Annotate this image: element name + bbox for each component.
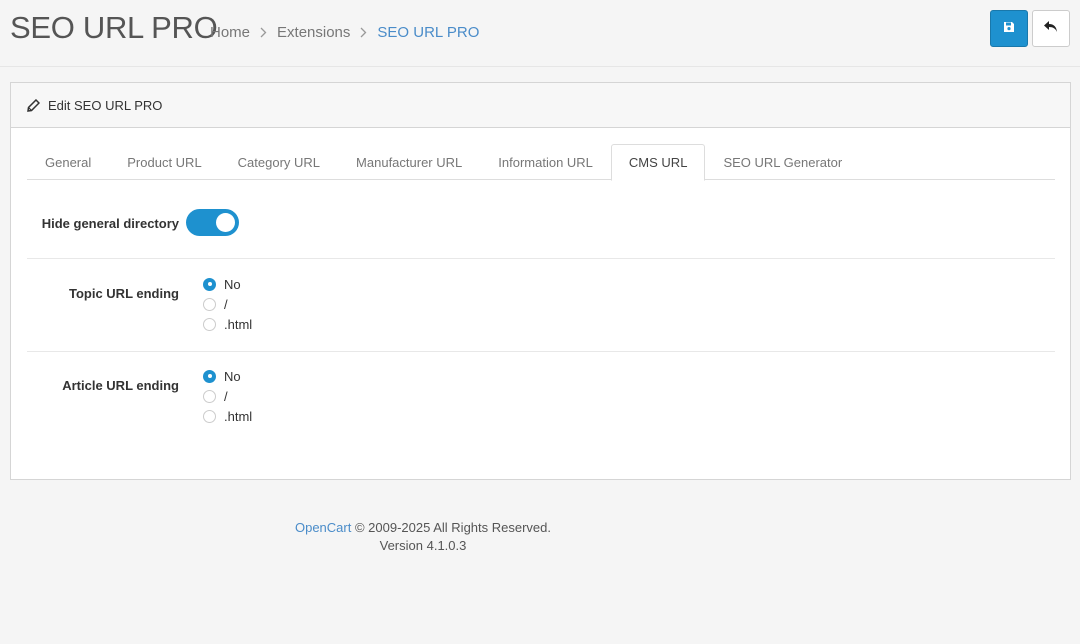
page-title: SEO URL PRO [10,10,218,45]
page-footer: OpenCart © 2009-2025 All Rights Reserved… [0,519,846,555]
copyright-text: © 2009-2025 All Rights Reserved. [354,520,552,535]
reply-icon [1044,20,1058,38]
radio-unchecked[interactable] [203,409,216,423]
opencart-link[interactable]: OpenCart [295,520,351,535]
article-url-ending-options: No / .html [203,366,252,426]
option-label: / [224,296,228,312]
article-url-ending-option-html[interactable]: .html [203,406,252,426]
breadcrumb-current[interactable]: SEO URL PRO [377,24,479,41]
breadcrumb-home[interactable]: Home [210,24,250,41]
hide-general-directory-toggle[interactable] [186,209,239,236]
radio-unchecked[interactable] [203,317,216,331]
tab-seo-url-generator[interactable]: SEO URL Generator [705,144,860,180]
card-title: Edit SEO URL PRO [48,97,163,113]
toggle-knob [216,213,235,232]
chevron-right-icon [360,27,367,38]
page-header: SEO URL PRO Home Extensions SEO URL PRO [0,0,1080,67]
topic-url-ending-row: Topic URL ending [27,259,1055,352]
radio-checked[interactable] [203,277,216,291]
tab-category-url[interactable]: Category URL [220,144,338,180]
card-header: Edit SEO URL PRO [11,83,1070,128]
radio-unchecked[interactable] [203,389,216,403]
option-label: / [224,388,228,404]
topic-url-ending-label: Topic URL ending [68,286,179,301]
option-label: No [224,276,241,292]
hide-general-directory-row: Hide general directory [27,192,1055,259]
breadcrumb-extensions[interactable]: Extensions [277,24,350,41]
radio-unchecked[interactable] [203,297,216,311]
option-label: No [224,368,241,384]
breadcrumb: Home Extensions SEO URL PRO [210,24,479,41]
topic-url-ending-option-no[interactable]: No [203,274,252,294]
article-url-ending-row: Article URL ending [27,352,1055,442]
version-text: Version 4.1.0.3 [379,538,467,553]
edit-card: Edit SEO URL PRO General Product URL Cat… [10,82,1071,480]
topic-url-ending-option-slash[interactable]: / [203,294,252,314]
hide-general-directory-label: Hide general directory [41,216,179,231]
tab-manufacturer-url[interactable]: Manufacturer URL [338,144,480,180]
tab-general[interactable]: General [27,144,109,180]
option-label: .html [224,316,253,332]
tab-bar: General Product URL Category URL Manufac… [27,144,1055,181]
article-url-ending-option-no[interactable]: No [203,366,252,386]
copyright-line: OpenCart © 2009-2025 All Rights Reserved… [0,519,846,537]
pencil-icon [27,98,40,112]
back-button[interactable] [1032,10,1070,47]
topic-url-ending-options: No / .html [203,274,252,334]
option-label: .html [224,408,253,424]
tab-product-url[interactable]: Product URL [109,144,219,180]
topic-url-ending-option-html[interactable]: .html [203,314,252,334]
tab-cms-url[interactable]: CMS URL [610,144,706,181]
save-button[interactable] [990,10,1028,47]
save-icon [1003,20,1015,38]
article-url-ending-option-slash[interactable]: / [203,386,252,406]
article-url-ending-label: Article URL ending [62,378,179,393]
tab-information-url[interactable]: Information URL [480,144,611,180]
chevron-right-icon [260,27,267,38]
radio-checked[interactable] [203,369,216,383]
